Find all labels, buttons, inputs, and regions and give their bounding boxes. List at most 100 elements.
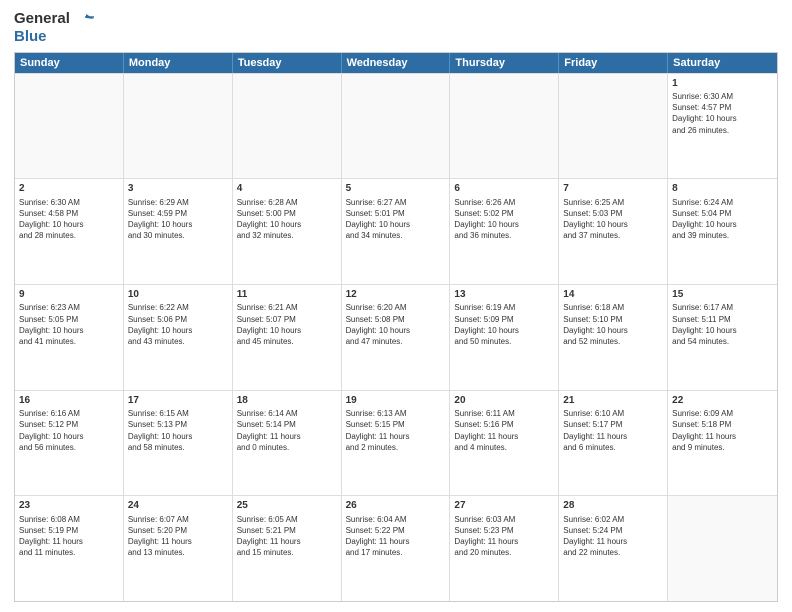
day-number: 2	[19, 182, 119, 196]
day-number: 22	[672, 394, 773, 408]
day-info: Sunrise: 6:21 AM Sunset: 5:07 PM Dayligh…	[237, 302, 337, 347]
day-number: 3	[128, 182, 228, 196]
calendar: SundayMondayTuesdayWednesdayThursdayFrid…	[14, 52, 778, 602]
day-cell: 22Sunrise: 6:09 AM Sunset: 5:18 PM Dayli…	[668, 391, 777, 496]
day-cell: 3Sunrise: 6:29 AM Sunset: 4:59 PM Daylig…	[124, 179, 233, 284]
empty-cell	[233, 74, 342, 179]
day-info: Sunrise: 6:25 AM Sunset: 5:03 PM Dayligh…	[563, 197, 663, 242]
day-info: Sunrise: 6:04 AM Sunset: 5:22 PM Dayligh…	[346, 514, 446, 559]
day-info: Sunrise: 6:29 AM Sunset: 4:59 PM Dayligh…	[128, 197, 228, 242]
day-number: 1	[672, 77, 773, 91]
day-cell: 7Sunrise: 6:25 AM Sunset: 5:03 PM Daylig…	[559, 179, 668, 284]
day-number: 12	[346, 288, 446, 302]
calendar-header: SundayMondayTuesdayWednesdayThursdayFrid…	[15, 53, 777, 73]
logo-blue: Blue	[14, 28, 47, 45]
day-number: 5	[346, 182, 446, 196]
day-cell: 11Sunrise: 6:21 AM Sunset: 5:07 PM Dayli…	[233, 285, 342, 390]
day-info: Sunrise: 6:14 AM Sunset: 5:14 PM Dayligh…	[237, 408, 337, 453]
empty-cell	[124, 74, 233, 179]
day-info: Sunrise: 6:11 AM Sunset: 5:16 PM Dayligh…	[454, 408, 554, 453]
day-info: Sunrise: 6:27 AM Sunset: 5:01 PM Dayligh…	[346, 197, 446, 242]
calendar-row: 1Sunrise: 6:30 AM Sunset: 4:57 PM Daylig…	[15, 73, 777, 179]
day-info: Sunrise: 6:18 AM Sunset: 5:10 PM Dayligh…	[563, 302, 663, 347]
logo: General Blue	[14, 10, 94, 46]
day-info: Sunrise: 6:26 AM Sunset: 5:02 PM Dayligh…	[454, 197, 554, 242]
weekday-header: Thursday	[450, 53, 559, 73]
day-info: Sunrise: 6:16 AM Sunset: 5:12 PM Dayligh…	[19, 408, 119, 453]
day-cell: 27Sunrise: 6:03 AM Sunset: 5:23 PM Dayli…	[450, 496, 559, 601]
day-number: 26	[346, 499, 446, 513]
day-info: Sunrise: 6:30 AM Sunset: 4:58 PM Dayligh…	[19, 197, 119, 242]
day-info: Sunrise: 6:19 AM Sunset: 5:09 PM Dayligh…	[454, 302, 554, 347]
day-number: 24	[128, 499, 228, 513]
day-cell: 8Sunrise: 6:24 AM Sunset: 5:04 PM Daylig…	[668, 179, 777, 284]
day-number: 4	[237, 182, 337, 196]
logo-text: General Blue	[14, 10, 94, 46]
day-info: Sunrise: 6:22 AM Sunset: 5:06 PM Dayligh…	[128, 302, 228, 347]
logo-general: General	[14, 10, 70, 27]
day-cell: 6Sunrise: 6:26 AM Sunset: 5:02 PM Daylig…	[450, 179, 559, 284]
day-cell: 9Sunrise: 6:23 AM Sunset: 5:05 PM Daylig…	[15, 285, 124, 390]
day-number: 27	[454, 499, 554, 513]
day-number: 11	[237, 288, 337, 302]
calendar-row: 9Sunrise: 6:23 AM Sunset: 5:05 PM Daylig…	[15, 284, 777, 390]
empty-cell	[342, 74, 451, 179]
calendar-row: 2Sunrise: 6:30 AM Sunset: 4:58 PM Daylig…	[15, 178, 777, 284]
day-info: Sunrise: 6:05 AM Sunset: 5:21 PM Dayligh…	[237, 514, 337, 559]
empty-cell	[668, 496, 777, 601]
day-cell: 14Sunrise: 6:18 AM Sunset: 5:10 PM Dayli…	[559, 285, 668, 390]
day-info: Sunrise: 6:07 AM Sunset: 5:20 PM Dayligh…	[128, 514, 228, 559]
weekday-header: Sunday	[15, 53, 124, 73]
page: General Blue SundayMondayTuesdayWednesda…	[0, 0, 792, 612]
day-cell: 18Sunrise: 6:14 AM Sunset: 5:14 PM Dayli…	[233, 391, 342, 496]
day-number: 9	[19, 288, 119, 302]
day-cell: 16Sunrise: 6:16 AM Sunset: 5:12 PM Dayli…	[15, 391, 124, 496]
calendar-body: 1Sunrise: 6:30 AM Sunset: 4:57 PM Daylig…	[15, 73, 777, 601]
day-cell: 23Sunrise: 6:08 AM Sunset: 5:19 PM Dayli…	[15, 496, 124, 601]
day-info: Sunrise: 6:03 AM Sunset: 5:23 PM Dayligh…	[454, 514, 554, 559]
day-cell: 28Sunrise: 6:02 AM Sunset: 5:24 PM Dayli…	[559, 496, 668, 601]
day-number: 18	[237, 394, 337, 408]
day-cell: 5Sunrise: 6:27 AM Sunset: 5:01 PM Daylig…	[342, 179, 451, 284]
day-info: Sunrise: 6:10 AM Sunset: 5:17 PM Dayligh…	[563, 408, 663, 453]
day-number: 15	[672, 288, 773, 302]
day-info: Sunrise: 6:15 AM Sunset: 5:13 PM Dayligh…	[128, 408, 228, 453]
day-number: 17	[128, 394, 228, 408]
header: General Blue	[14, 10, 778, 46]
day-cell: 2Sunrise: 6:30 AM Sunset: 4:58 PM Daylig…	[15, 179, 124, 284]
day-number: 23	[19, 499, 119, 513]
day-number: 16	[19, 394, 119, 408]
day-info: Sunrise: 6:13 AM Sunset: 5:15 PM Dayligh…	[346, 408, 446, 453]
day-number: 6	[454, 182, 554, 196]
day-number: 13	[454, 288, 554, 302]
day-info: Sunrise: 6:28 AM Sunset: 5:00 PM Dayligh…	[237, 197, 337, 242]
day-cell: 1Sunrise: 6:30 AM Sunset: 4:57 PM Daylig…	[668, 74, 777, 179]
empty-cell	[450, 74, 559, 179]
calendar-row: 23Sunrise: 6:08 AM Sunset: 5:19 PM Dayli…	[15, 495, 777, 601]
day-info: Sunrise: 6:23 AM Sunset: 5:05 PM Dayligh…	[19, 302, 119, 347]
day-info: Sunrise: 6:24 AM Sunset: 5:04 PM Dayligh…	[672, 197, 773, 242]
day-number: 7	[563, 182, 663, 196]
weekday-header: Monday	[124, 53, 233, 73]
day-info: Sunrise: 6:17 AM Sunset: 5:11 PM Dayligh…	[672, 302, 773, 347]
day-number: 14	[563, 288, 663, 302]
day-info: Sunrise: 6:02 AM Sunset: 5:24 PM Dayligh…	[563, 514, 663, 559]
day-cell: 4Sunrise: 6:28 AM Sunset: 5:00 PM Daylig…	[233, 179, 342, 284]
day-number: 21	[563, 394, 663, 408]
empty-cell	[15, 74, 124, 179]
day-info: Sunrise: 6:09 AM Sunset: 5:18 PM Dayligh…	[672, 408, 773, 453]
day-cell: 26Sunrise: 6:04 AM Sunset: 5:22 PM Dayli…	[342, 496, 451, 601]
day-cell: 15Sunrise: 6:17 AM Sunset: 5:11 PM Dayli…	[668, 285, 777, 390]
day-cell: 24Sunrise: 6:07 AM Sunset: 5:20 PM Dayli…	[124, 496, 233, 601]
day-number: 20	[454, 394, 554, 408]
day-info: Sunrise: 6:30 AM Sunset: 4:57 PM Dayligh…	[672, 91, 773, 136]
day-cell: 12Sunrise: 6:20 AM Sunset: 5:08 PM Dayli…	[342, 285, 451, 390]
day-cell: 20Sunrise: 6:11 AM Sunset: 5:16 PM Dayli…	[450, 391, 559, 496]
day-cell: 21Sunrise: 6:10 AM Sunset: 5:17 PM Dayli…	[559, 391, 668, 496]
day-cell: 13Sunrise: 6:19 AM Sunset: 5:09 PM Dayli…	[450, 285, 559, 390]
day-number: 28	[563, 499, 663, 513]
day-cell: 25Sunrise: 6:05 AM Sunset: 5:21 PM Dayli…	[233, 496, 342, 601]
day-number: 19	[346, 394, 446, 408]
empty-cell	[559, 74, 668, 179]
day-number: 10	[128, 288, 228, 302]
